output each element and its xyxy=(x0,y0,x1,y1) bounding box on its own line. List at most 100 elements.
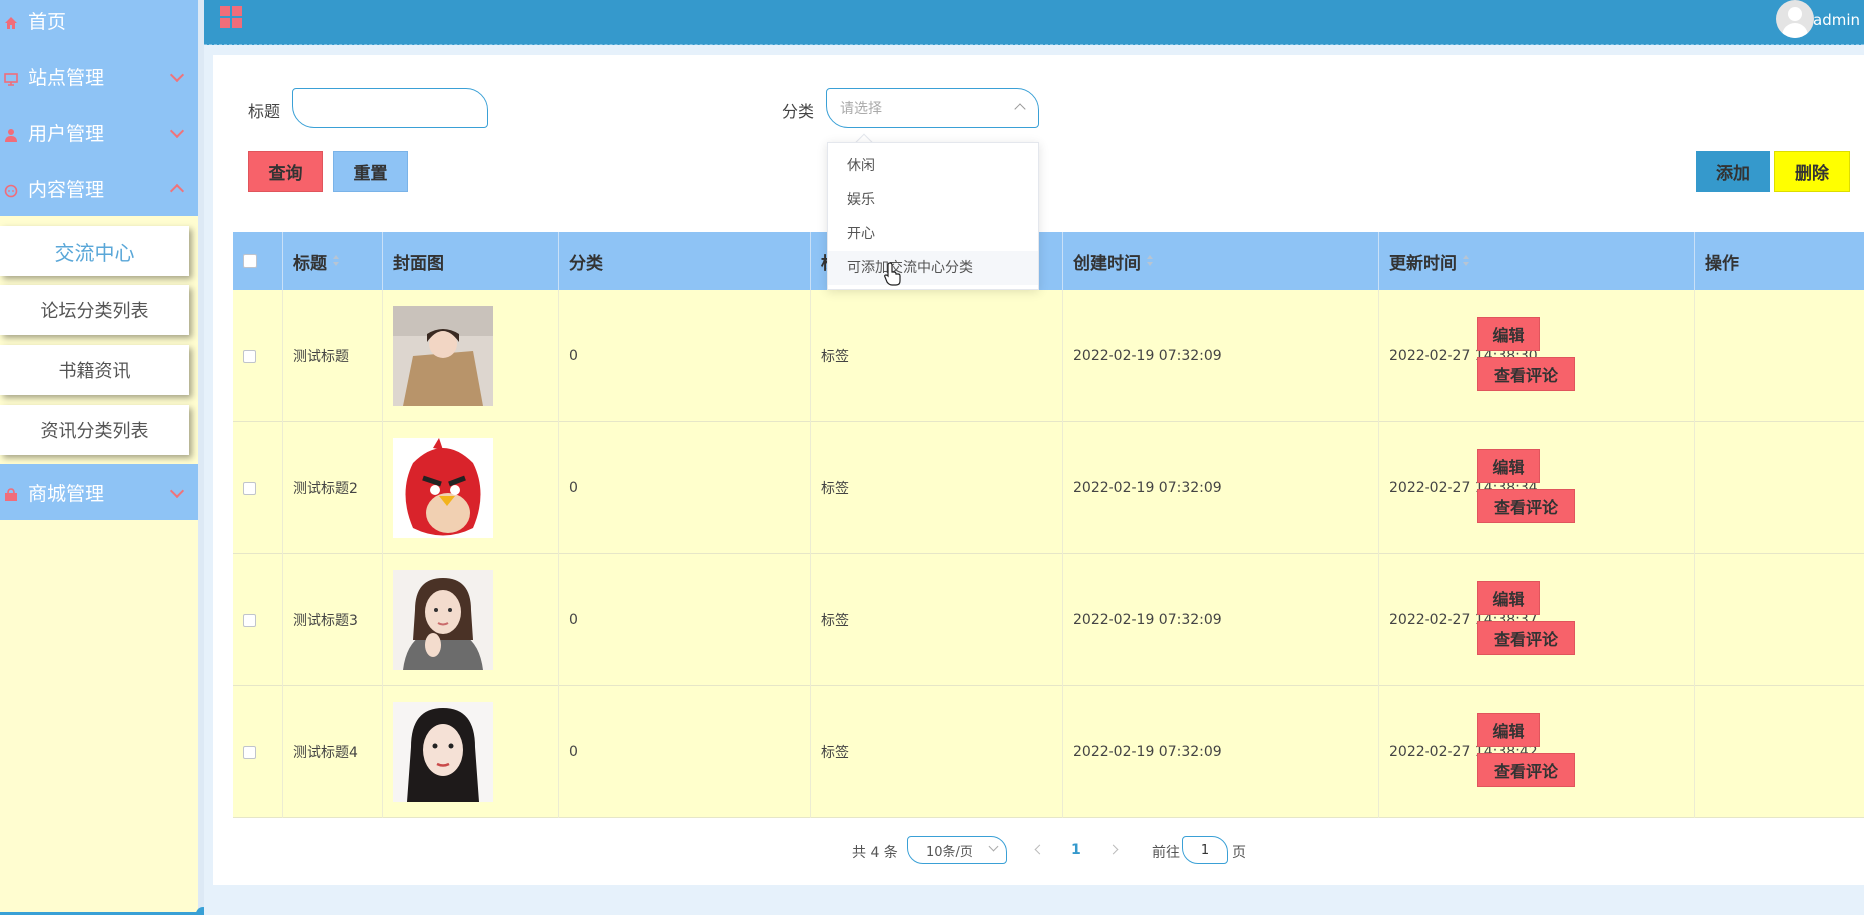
row-tag: 标签 xyxy=(811,554,1063,686)
edit-button[interactable]: 编辑 xyxy=(1477,713,1540,747)
select-all-checkbox[interactable] xyxy=(243,254,257,268)
submenu-news-category-list[interactable]: 资讯分类列表 xyxy=(0,405,189,455)
header-category: 分类 xyxy=(559,232,811,290)
title-search-input[interactable] xyxy=(292,88,488,128)
view-comments-button[interactable]: 查看评论 xyxy=(1477,489,1575,523)
submenu-book-news[interactable]: 书籍资讯 xyxy=(0,345,189,395)
sidebar-item-label: 用户管理 xyxy=(28,122,105,145)
dropdown-option[interactable]: 休闲 xyxy=(828,149,1038,183)
dropdown-option[interactable]: 可添加交流中心分类 xyxy=(828,251,1038,285)
row-actions xyxy=(1695,422,1864,554)
row-title: 测试标题2 xyxy=(283,422,383,554)
row-actions xyxy=(1695,686,1864,818)
row-checkbox[interactable] xyxy=(243,613,256,627)
top-header: admin xyxy=(204,0,1864,45)
view-comments-button[interactable]: 查看评论 xyxy=(1477,621,1575,655)
row-category: 0 xyxy=(559,554,811,686)
title-label: 标题 xyxy=(248,102,281,121)
goto-suffix: 页 xyxy=(1232,845,1246,861)
sort-icon[interactable] xyxy=(1463,255,1469,267)
row-title: 测试标题3 xyxy=(283,554,383,686)
row-created: 2022-02-19 07:32:09 xyxy=(1063,554,1379,686)
query-button[interactable]: 查询 xyxy=(248,151,323,192)
row-category: 0 xyxy=(559,686,811,818)
edit-button[interactable]: 编辑 xyxy=(1477,581,1540,615)
sidebar-item-label: 内容管理 xyxy=(28,178,105,201)
table-row: 测试标题2 0 标签 2022-02-19 07:32:09 2022-02-2… xyxy=(233,422,1864,554)
chevron-up-icon xyxy=(169,183,185,199)
row-checkbox[interactable] xyxy=(243,349,256,363)
cover-image xyxy=(393,702,493,802)
sort-icon[interactable] xyxy=(1147,255,1153,267)
row-checkbox[interactable] xyxy=(243,745,256,759)
edit-button[interactable]: 编辑 xyxy=(1477,317,1540,351)
table-row: 测试标题4 0 标签 2022-02-19 07:32:09 2022-02-2… xyxy=(233,686,1864,818)
category-label: 分类 xyxy=(782,102,815,121)
view-comments-button[interactable]: 查看评论 xyxy=(1477,753,1575,787)
add-button[interactable]: 添加 xyxy=(1696,151,1770,192)
hand-cursor-icon xyxy=(884,262,901,286)
row-category: 0 xyxy=(559,290,811,422)
grid-menu-icon[interactable] xyxy=(220,6,242,28)
chevron-down-icon xyxy=(169,483,185,499)
goto-page-input[interactable]: 1 xyxy=(1182,836,1228,864)
chevron-down-icon xyxy=(169,67,185,83)
chevron-down-icon xyxy=(169,123,185,139)
sidebar-item-label: 商城管理 xyxy=(28,482,105,505)
row-actions xyxy=(1695,290,1864,422)
bag-icon xyxy=(4,485,18,501)
sort-icon[interactable] xyxy=(333,255,339,267)
home-icon xyxy=(4,13,18,29)
delete-button[interactable]: 删除 xyxy=(1774,151,1850,192)
category-select-placeholder: 请选择 xyxy=(840,101,882,117)
header-updated[interactable]: 更新时间 xyxy=(1379,232,1695,290)
goto-label: 前往 xyxy=(1152,845,1180,861)
cover-image xyxy=(393,570,493,670)
header-actions: 操作 xyxy=(1705,253,1739,274)
cover-image xyxy=(393,306,493,406)
row-title: 测试标题4 xyxy=(283,686,383,818)
category-dropdown: 休闲 娱乐 开心 可添加交流中心分类 xyxy=(827,142,1039,290)
header-title[interactable]: 标题 xyxy=(283,232,383,290)
dropdown-option[interactable]: 娱乐 xyxy=(828,183,1038,217)
row-tag: 标签 xyxy=(811,290,1063,422)
table-header: 标题 封面图 分类 标 创建时间 更新时间 操作 xyxy=(233,232,1864,290)
submenu-forum-category-list[interactable]: 论坛分类列表 xyxy=(0,285,189,335)
sidebar-item-user-management[interactable]: 用户管理 xyxy=(0,104,204,160)
sidebar-item-content-management[interactable]: 内容管理 xyxy=(0,160,204,216)
select-all-cell xyxy=(233,232,283,290)
row-category: 0 xyxy=(559,422,811,554)
edit-button[interactable]: 编辑 xyxy=(1477,449,1540,483)
sidebar-item-label: 站点管理 xyxy=(28,66,105,89)
row-tag: 标签 xyxy=(811,422,1063,554)
reset-button[interactable]: 重置 xyxy=(333,151,408,192)
data-table: 标题 封面图 分类 标 创建时间 更新时间 操作 测试标题 0 标签 xyxy=(233,232,1864,818)
table-row: 测试标题3 0 标签 2022-02-19 07:32:09 2022-02-2… xyxy=(233,554,1864,686)
row-updated: 2022-02-27 14:38:42 xyxy=(1379,686,1695,818)
sidebar-item-mall-management[interactable]: 商城管理 xyxy=(0,464,204,520)
user-icon xyxy=(4,125,18,142)
submenu-exchange-center[interactable]: 交流中心 xyxy=(0,226,189,276)
sidebar-item-home[interactable]: 首页 xyxy=(0,0,204,48)
row-created: 2022-02-19 07:32:09 xyxy=(1063,422,1379,554)
header-created[interactable]: 创建时间 xyxy=(1063,232,1379,290)
row-tag: 标签 xyxy=(811,686,1063,818)
view-comments-button[interactable]: 查看评论 xyxy=(1477,357,1575,391)
row-updated: 2022-02-27 14:38:34 xyxy=(1379,422,1695,554)
chat-icon xyxy=(4,181,18,198)
monitor-icon xyxy=(4,69,18,86)
sidebar: 首页 站点管理 用户管理 内容管理 交流中心 论坛分类列表 书籍资讯 资讯分类列… xyxy=(0,0,210,915)
user-name[interactable]: admin xyxy=(1813,11,1860,29)
sidebar-item-label: 首页 xyxy=(28,10,67,33)
row-created: 2022-02-19 07:32:09 xyxy=(1063,290,1379,422)
current-page-number[interactable]: 1 xyxy=(1071,842,1081,858)
dropdown-option[interactable]: 开心 xyxy=(828,217,1038,251)
cover-image xyxy=(393,438,493,538)
header-cover: 封面图 xyxy=(383,232,559,290)
row-checkbox[interactable] xyxy=(243,481,256,495)
avatar[interactable] xyxy=(1776,0,1814,38)
row-actions xyxy=(1695,554,1864,686)
row-created: 2022-02-19 07:32:09 xyxy=(1063,686,1379,818)
sidebar-item-site-management[interactable]: 站点管理 xyxy=(0,48,204,104)
pagination-total: 共 4 条 xyxy=(852,845,898,861)
